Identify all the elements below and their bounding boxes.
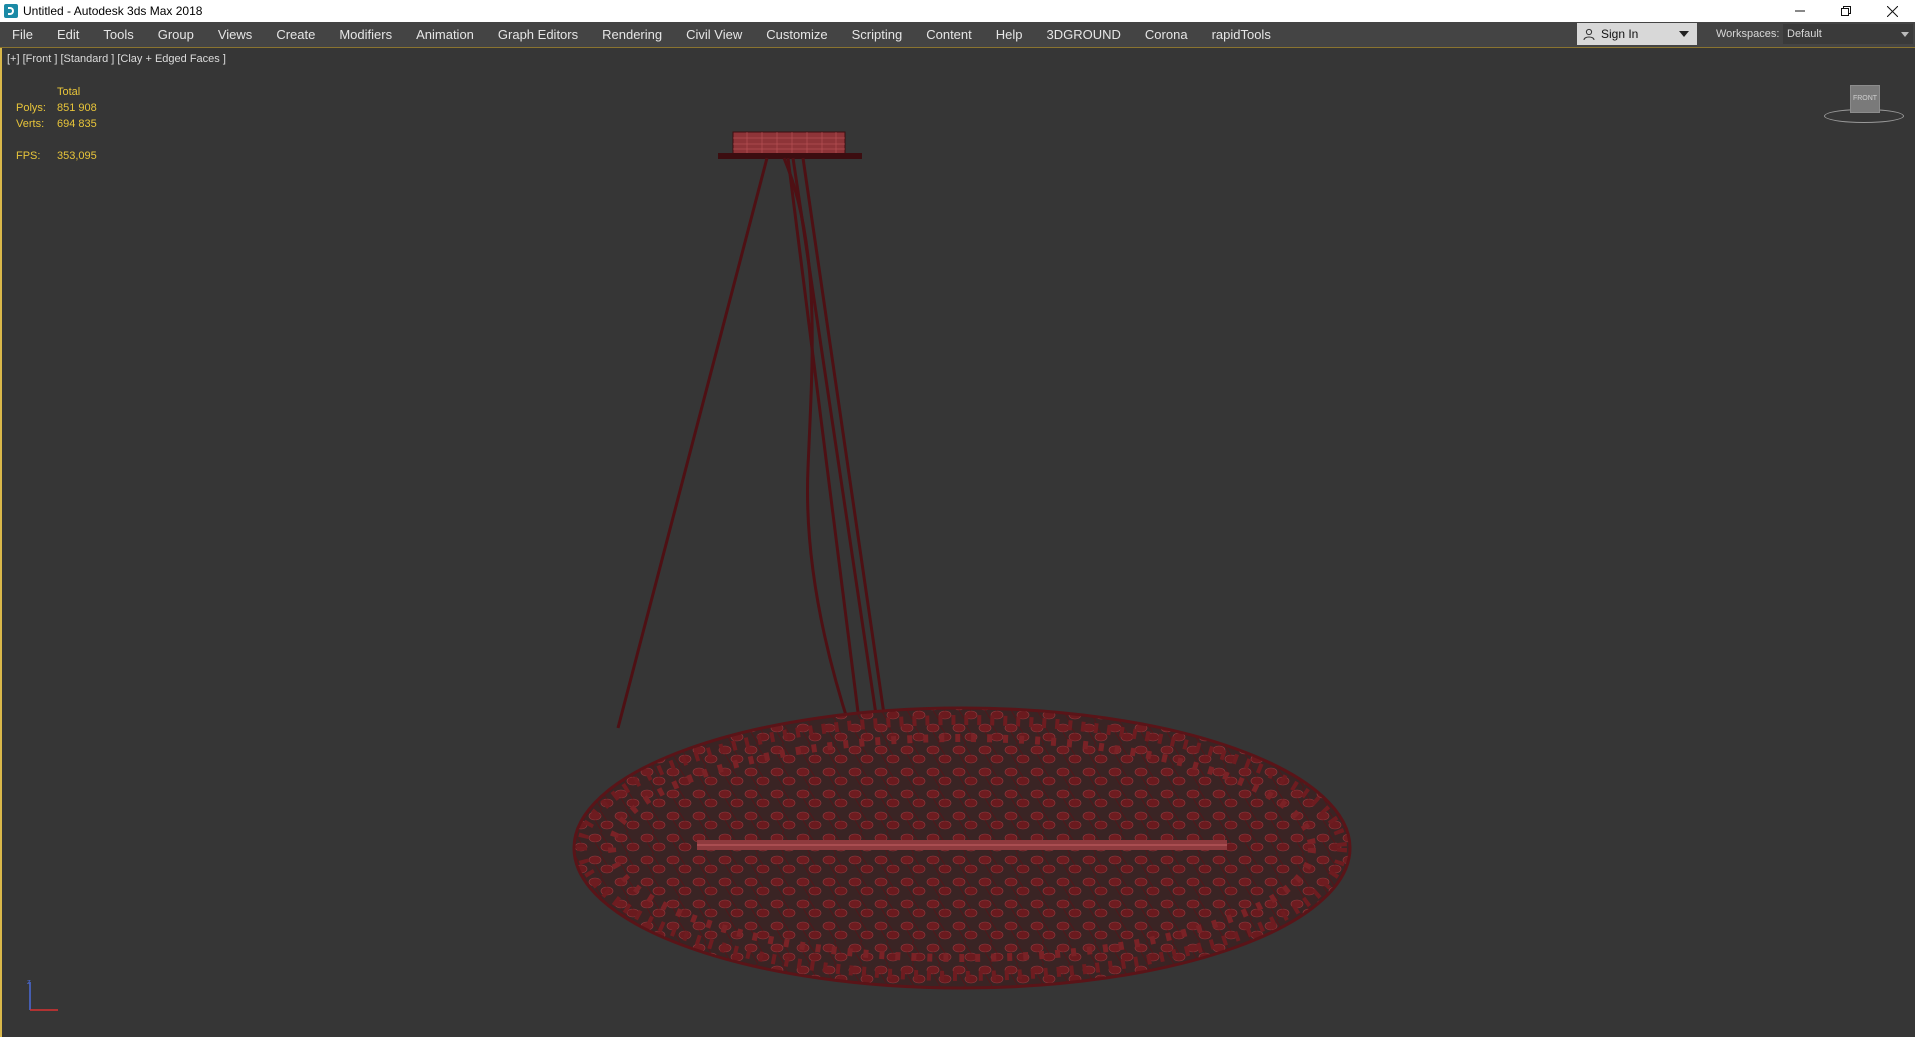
polys-label: Polys:: [16, 102, 46, 114]
minimize-icon: [1795, 10, 1805, 12]
front-viewport[interactable]: [+] [Front ] [Standard ] [Clay + Edged F…: [0, 48, 1915, 1037]
polys-value: 851 908: [57, 102, 97, 114]
menu-group[interactable]: Group: [146, 22, 206, 47]
menu-create[interactable]: Create: [264, 22, 327, 47]
close-button[interactable]: [1869, 0, 1915, 22]
workspaces-label: Workspaces:: [1716, 28, 1780, 40]
menu-file[interactable]: File: [0, 22, 45, 47]
restore-icon: [1841, 6, 1851, 16]
svg-text:z: z: [27, 978, 31, 986]
viewcube[interactable]: FRONT: [1824, 85, 1904, 125]
suspension-cables: [616, 157, 888, 729]
menu-modifiers[interactable]: Modifiers: [327, 22, 404, 47]
menu-scripting[interactable]: Scripting: [840, 22, 915, 47]
viewport-statistics: Total Polys: 851 908 Verts: 694 835 FPS:…: [16, 84, 97, 164]
menu-customize[interactable]: Customize: [754, 22, 839, 47]
viewport-label-menu[interactable]: [+] [Front ] [Standard ] [Clay + Edged F…: [7, 53, 226, 65]
menu-graph-editors[interactable]: Graph Editors: [486, 22, 590, 47]
user-icon: [1583, 28, 1595, 40]
window-title: Untitled - Autodesk 3ds Max 2018: [23, 4, 203, 18]
menu-3dground[interactable]: 3DGROUND: [1035, 22, 1133, 47]
menu-help[interactable]: Help: [984, 22, 1035, 47]
sign-in-label: Sign In: [1601, 27, 1639, 41]
menu-rendering[interactable]: Rendering: [590, 22, 674, 47]
canopy-base: [732, 131, 846, 155]
menu-civil-view[interactable]: Civil View: [674, 22, 754, 47]
axis-tripod-icon: z: [27, 978, 58, 1011]
chandelier-model[interactable]: [562, 128, 1362, 1008]
canopy-plate: [718, 153, 862, 159]
menu-views[interactable]: Views: [206, 22, 264, 47]
fps-label: FPS:: [16, 150, 41, 162]
minimize-button[interactable]: [1777, 0, 1823, 22]
close-icon: [1886, 5, 1898, 17]
restore-button[interactable]: [1823, 0, 1869, 22]
verts-label: Verts:: [16, 118, 45, 130]
menu-rapidtools[interactable]: rapidTools: [1200, 22, 1283, 47]
title-bar: Untitled - Autodesk 3ds Max 2018: [0, 0, 1915, 22]
workspace-value: Default: [1787, 28, 1822, 40]
3dsmax-app-icon: [4, 4, 18, 18]
menu-tools[interactable]: Tools: [91, 22, 145, 47]
menu-animation[interactable]: Animation: [404, 22, 486, 47]
blossom-ring: [572, 706, 1352, 990]
menu-corona[interactable]: Corona: [1133, 22, 1200, 47]
menu-bar: File Edit Tools Group Views Create Modif…: [0, 22, 1915, 48]
chevron-down-icon: [1901, 32, 1909, 37]
fps-value: 353,095: [57, 150, 97, 162]
workspace-select[interactable]: Default: [1783, 24, 1913, 44]
stats-header: Total: [57, 86, 81, 98]
menu-content[interactable]: Content: [914, 22, 984, 47]
sign-in-button[interactable]: Sign In: [1577, 23, 1697, 45]
viewcube-front-face[interactable]: FRONT: [1850, 85, 1880, 113]
chevron-down-icon[interactable]: [1679, 31, 1689, 37]
verts-value: 694 835: [57, 118, 97, 130]
menu-edit[interactable]: Edit: [45, 22, 91, 47]
